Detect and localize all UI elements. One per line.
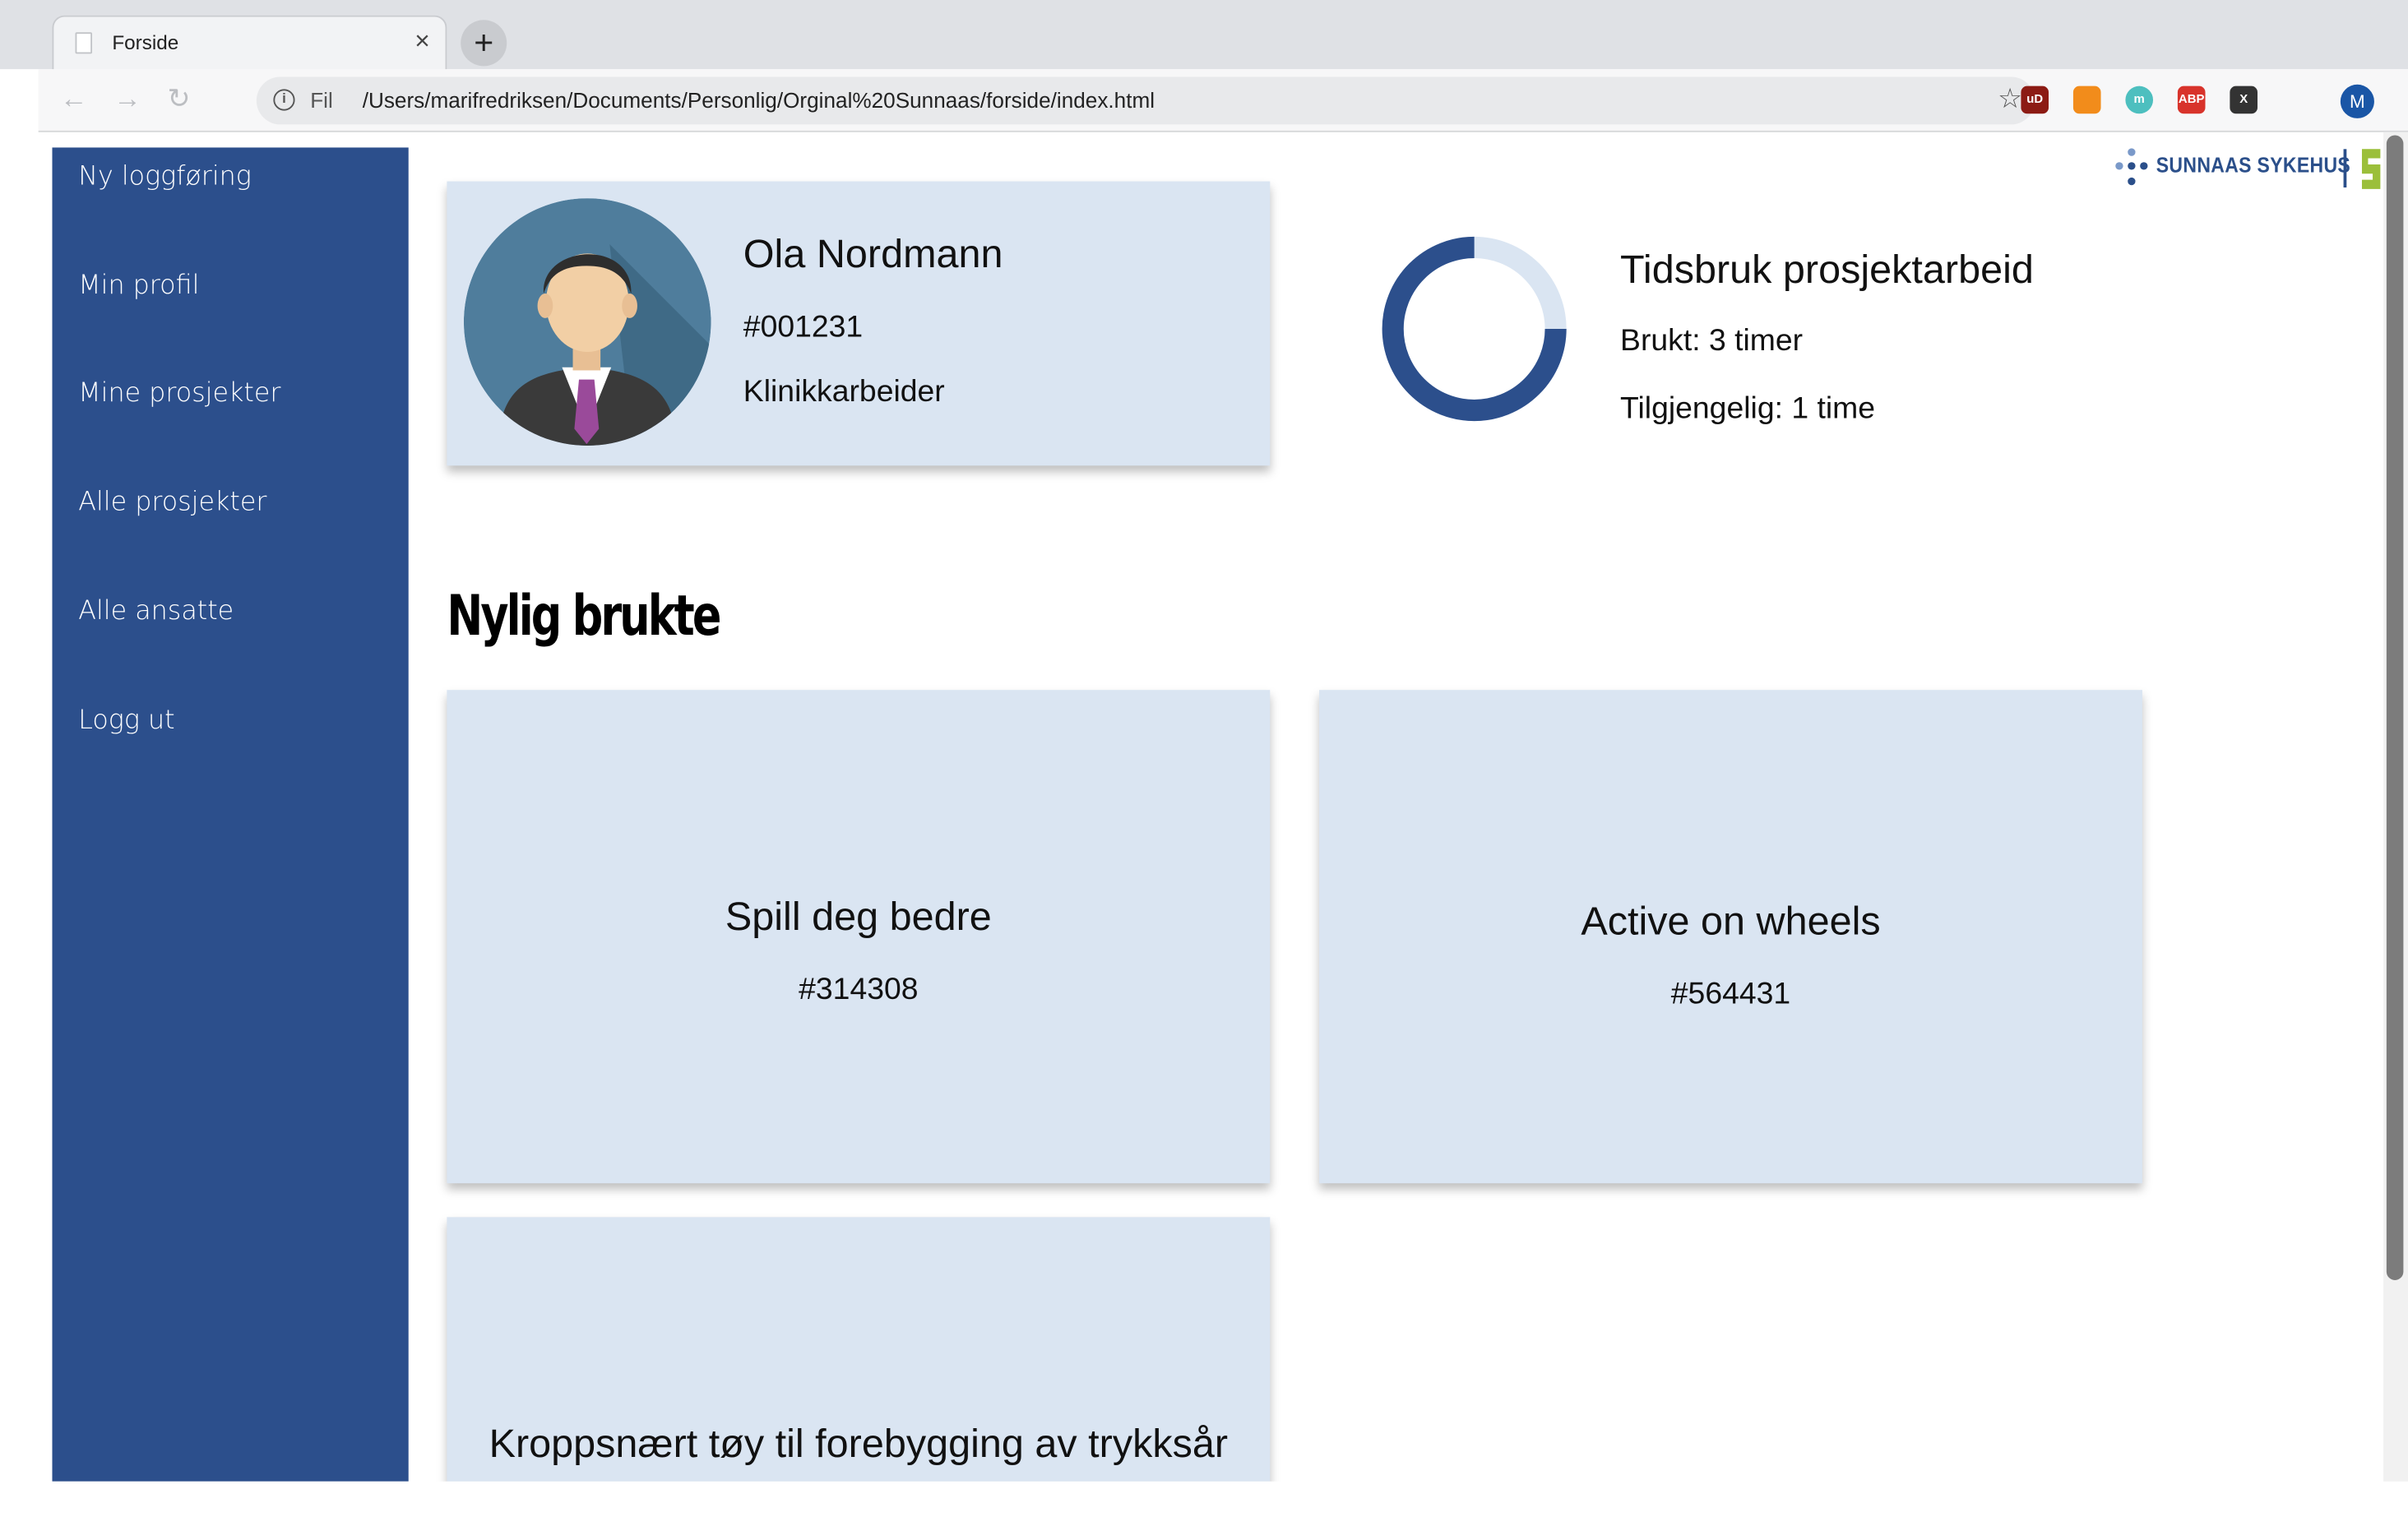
project-card[interactable]: Kroppsnært tøy til forebygging av trykks… [447, 1217, 1271, 1525]
sidebar-item-alle-ansatte[interactable]: Alle ansatte [78, 596, 234, 627]
reload-icon[interactable]: ↻ [168, 83, 191, 113]
time-usage-title: Tidsbruk prosjektarbeid [1620, 246, 2034, 293]
logo-text: SUNNAAS SYKEHUS [2156, 152, 2351, 177]
sidebar-item-alle-prosjekter[interactable]: Alle prosjekter [78, 487, 266, 517]
forward-arrow-icon[interactable]: → [113, 83, 141, 113]
x-extension-icon[interactable]: X [2230, 86, 2258, 114]
close-tab-icon[interactable]: × [414, 27, 430, 56]
sidebar-item-logg-ut[interactable]: Logg ut [78, 705, 174, 736]
bookmark-star-icon[interactable]: ☆ [1998, 83, 2022, 115]
back-arrow-icon[interactable]: ← [60, 83, 88, 113]
project-id: #564431 [1670, 977, 1791, 1011]
sidebar-item-ny-loggforing[interactable]: Ny loggføring [78, 161, 252, 192]
url-text[interactable]: /Users/marifredriksen/Documents/Personli… [363, 88, 1155, 113]
ublock-icon[interactable]: uD [2021, 86, 2049, 114]
adblock-plus-icon[interactable]: ABP [2177, 86, 2206, 114]
time-usage-donut [1382, 236, 1567, 422]
time-available: Tilgjengelig: 1 time [1620, 391, 1876, 426]
mercury-icon[interactable]: m [2125, 86, 2154, 114]
browser-toolbar: ← → ↻ i Fil /Users/marifredriksen/Docume… [38, 69, 2408, 132]
browser-tab[interactable]: Forside × [52, 15, 447, 71]
profile-name: Ola Nordmann [743, 230, 1003, 277]
recent-heading: Nylig brukte [447, 585, 721, 649]
tab-title: Forside [112, 30, 179, 54]
url-scheme: Fil [310, 87, 333, 113]
project-name: Active on wheels [1581, 897, 1881, 944]
profile-avatar[interactable]: M [2340, 84, 2374, 118]
flame-icon[interactable] [2072, 86, 2101, 114]
project-card[interactable]: Active on wheels #564431 [1319, 690, 2142, 1184]
project-card[interactable]: Spill deg bedre #314308 [447, 690, 1271, 1184]
profile-role: Klinikkarbeider [743, 375, 945, 409]
project-name: Spill deg bedre [725, 892, 992, 940]
sidebar-item-min-profil[interactable]: Min profil [78, 271, 199, 301]
time-used: Brukt: 3 timer [1620, 324, 1804, 358]
sidebar-item-mine-prosjekter[interactable]: Mine prosjekter [78, 378, 280, 409]
logo-divider [2343, 149, 2347, 188]
sidebar: Ny loggføring Min profil Mine prosjekter… [52, 147, 409, 1482]
browser-titlebar: Forside × + [0, 0, 2408, 71]
project-id: #314308 [799, 973, 919, 1007]
window-bottom-edge [0, 1481, 2408, 1526]
more-menu-icon[interactable]: ⋮ [2403, 81, 2408, 115]
sunnaas-logo[interactable]: SUNNAAS SYKEHUS [2113, 146, 2408, 192]
profile-id: #001231 [743, 310, 864, 345]
new-tab-button[interactable]: + [461, 20, 507, 67]
info-icon[interactable]: i [273, 89, 295, 111]
scrollbar-thumb[interactable] [2386, 135, 2404, 1280]
project-name: Kroppsnært tøy til forebygging av trykks… [489, 1420, 1229, 1467]
profile-card[interactable]: Ola Nordmann #001231 Klinikkarbeider [447, 181, 1271, 466]
logo-mark-icon [2115, 148, 2148, 186]
page: Forside × + ← → ↻ i Fil /Users/marifredr… [0, 0, 2408, 1526]
page-icon [75, 32, 93, 54]
address-bar[interactable]: i Fil /Users/marifredriksen/Documents/Pe… [256, 76, 2035, 125]
avatar [463, 198, 711, 446]
